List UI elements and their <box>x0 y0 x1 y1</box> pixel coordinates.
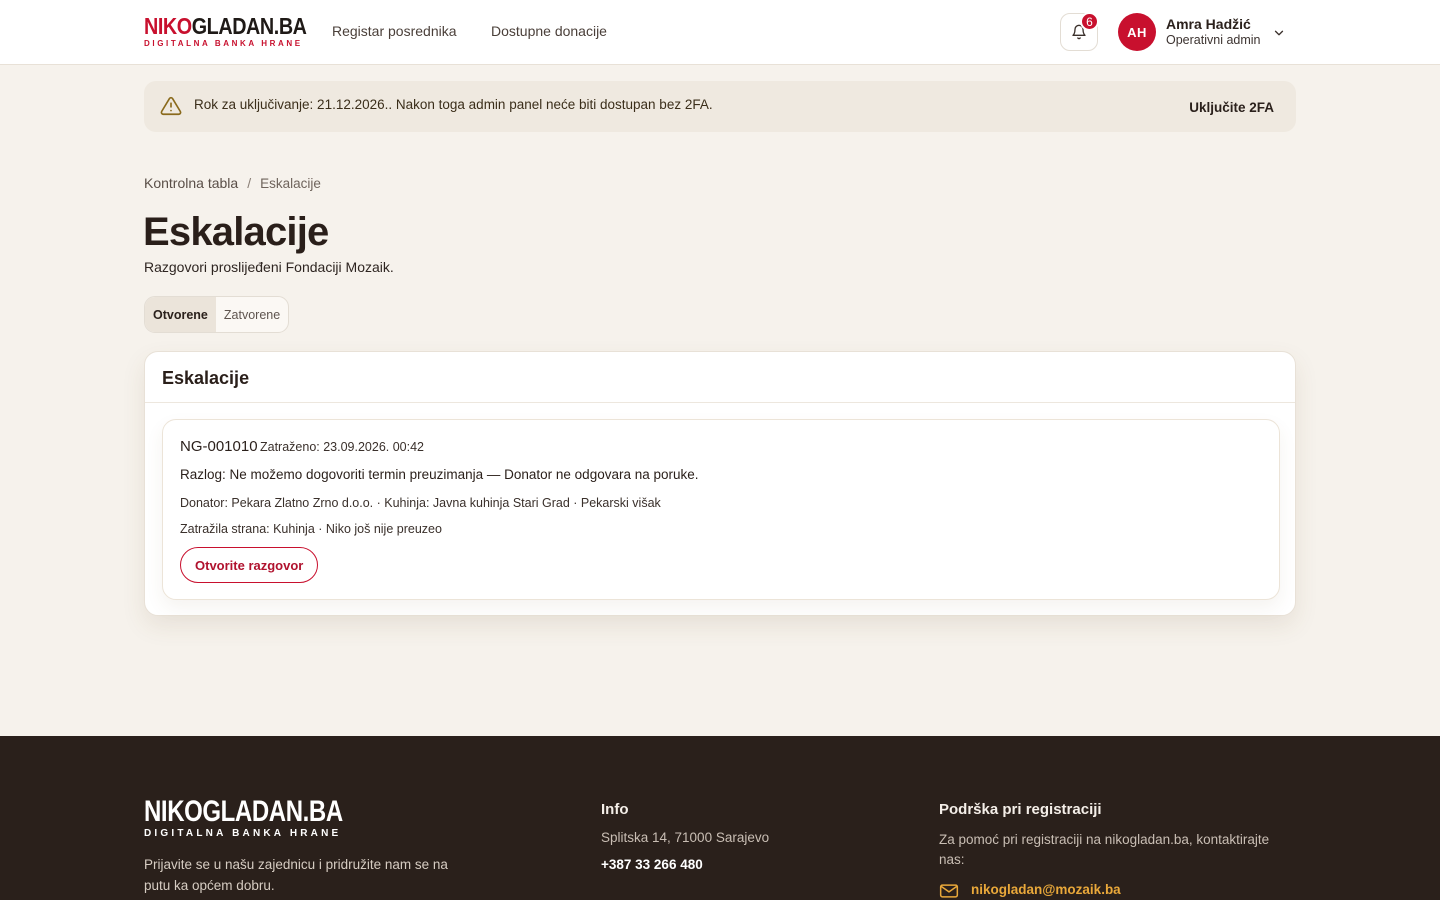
escalations-card: Eskalacije NG-001010 Zatraženo: 23.09.20… <box>144 351 1296 616</box>
footer-support-text: Za pomoć pri registraciji na nikogladan.… <box>939 832 1270 867</box>
footer-logo-tagline: DIGITALNA BANKA HRANE <box>144 828 342 839</box>
nav-link-dostupne-donacije[interactable]: Dostupne donacije <box>491 23 607 39</box>
card-title: Eskalacije <box>162 368 250 388</box>
footer-logo-wordmark: NIKOGLADAN.BA <box>144 795 343 828</box>
enable-2fa-link[interactable]: Uključite 2FA <box>1189 100 1274 115</box>
footer-support-heading: Podrška pri registraciji <box>939 801 1102 818</box>
tab-zatvorene[interactable]: Zatvorene <box>216 297 288 332</box>
breadcrumb-home-link[interactable]: Kontrolna tabla <box>144 175 238 191</box>
tab-otvorene[interactable]: Otvorene <box>145 297 216 332</box>
site-logo[interactable]: NIKOGLADAN.BA DIGITALNA BANKA HRANE <box>144 13 307 50</box>
breadcrumb: Kontrolna tabla / Eskalacije <box>144 175 321 191</box>
user-name[interactable]: Amra Hadžić <box>1166 16 1251 32</box>
warning-text: Rok za uključivanje: 21.12.2026.. Nakon … <box>194 97 713 112</box>
status-filter-tabs: Otvorene Zatvorene <box>144 296 290 333</box>
twofa-warning-banner: Rok za uključivanje: 21.12.2026.. Nakon … <box>144 81 1296 132</box>
footer-address: Splitska 14, 71000 Sarajevo <box>601 830 770 845</box>
escalation-item: NG-001010 Zatraženo: 23.09.2026. 00:42 R… <box>162 419 1280 600</box>
escalation-donor-line: Donator: Pekara Zlatno Zrno d.o.o. · Kuh… <box>180 496 661 510</box>
user-avatar[interactable]: AH <box>1118 13 1156 51</box>
warning-icon <box>160 96 182 116</box>
mail-icon <box>939 884 959 898</box>
nav-link-registar-posrednika[interactable]: Registar posrednika <box>332 23 457 39</box>
escalation-requested-date: Zatraženo: 23.09.2026. 00:42 <box>260 440 425 454</box>
logo-tagline: DIGITALNA BANKA HRANE <box>144 39 303 48</box>
escalation-reason: Razlog: Ne možemo dogovoriti termin preu… <box>180 467 699 482</box>
notifications-count-badge: 6 <box>1080 12 1099 31</box>
escalation-id: NG-001010 <box>180 438 258 455</box>
top-header: NIKOGLADAN.BA DIGITALNA BANKA HRANE Regi… <box>0 0 1440 65</box>
user-role: Operativni admin <box>1166 33 1261 47</box>
breadcrumb-separator: / <box>247 175 252 191</box>
open-conversation-button[interactable]: Otvorite razgovor <box>180 547 319 583</box>
footer-about-text: Prijavite se u našu zajednicu i pridruži… <box>144 857 448 893</box>
card-divider <box>145 402 1295 403</box>
breadcrumb-current: Eskalacije <box>260 175 321 191</box>
chevron-down-icon[interactable] <box>1272 26 1286 40</box>
footer-logo[interactable]: NIKOGLADAN.BA DIGITALNA BANKA HRANE <box>144 795 393 840</box>
footer-phone-link[interactable]: +387 33 266 480 <box>601 857 703 872</box>
page-title: Eskalacije <box>143 210 329 254</box>
page-subtitle: Razgovori proslijeđeni Fondaciji Mozaik. <box>144 259 394 275</box>
escalation-requesting-party: Zatražila strana: Kuhinja · Niko još nij… <box>180 522 442 536</box>
footer-email-link[interactable]: nikogladan@mozaik.ba <box>971 882 1121 897</box>
logo-wordmark: NIKOGLADAN.BA <box>144 13 307 39</box>
footer-info-heading: Info <box>601 801 629 818</box>
site-footer: NIKOGLADAN.BA DIGITALNA BANKA HRANE Prij… <box>0 736 1440 900</box>
